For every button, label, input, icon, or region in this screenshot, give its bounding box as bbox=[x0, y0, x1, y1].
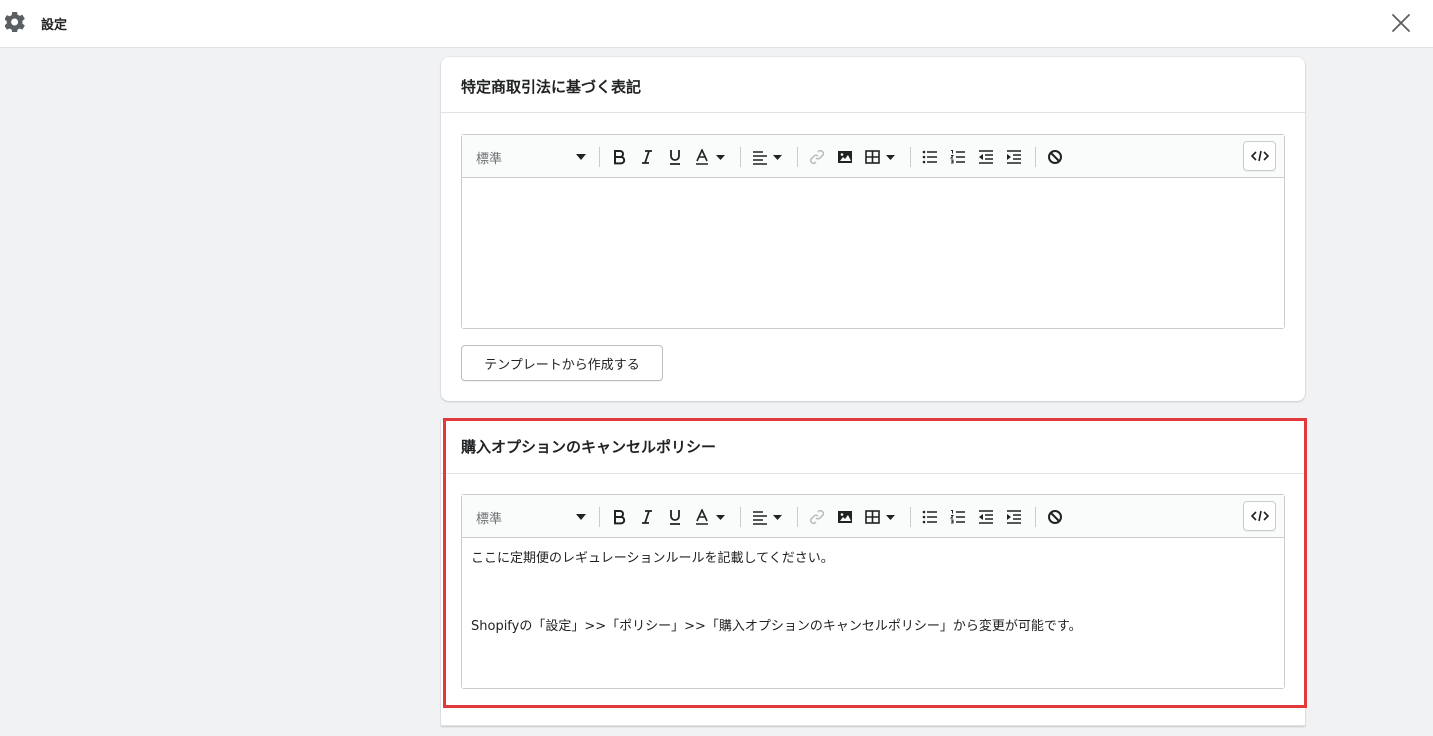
table-icon[interactable] bbox=[864, 147, 898, 167]
toolbar-separator bbox=[599, 507, 600, 527]
editor-toolbar: 標準 bbox=[462, 495, 1284, 538]
bold-icon[interactable] bbox=[610, 147, 628, 167]
toolbar-separator bbox=[797, 507, 798, 527]
bullet-list-icon[interactable] bbox=[921, 507, 939, 527]
indent-icon[interactable] bbox=[1005, 507, 1023, 527]
toolbar-separator bbox=[740, 147, 741, 167]
rich-text-editor: 標準 bbox=[461, 134, 1285, 329]
underline-icon[interactable] bbox=[666, 147, 684, 167]
caret-down-icon bbox=[576, 514, 586, 520]
close-icon[interactable] bbox=[1389, 11, 1413, 35]
numbered-list-icon[interactable] bbox=[949, 147, 967, 167]
text-color-icon[interactable] bbox=[694, 147, 728, 167]
editor-paragraph: Shopifyの「設定」>>「ポリシー」>>「購入オプションのキャンセルポリシー… bbox=[471, 619, 1082, 634]
clear-format-icon[interactable] bbox=[1046, 147, 1064, 167]
text-color-icon[interactable] bbox=[694, 507, 728, 527]
table-icon[interactable] bbox=[864, 507, 898, 527]
toolbar-separator bbox=[797, 147, 798, 167]
html-code-icon[interactable] bbox=[1243, 501, 1276, 531]
outdent-icon[interactable] bbox=[977, 507, 995, 527]
create-from-template-button[interactable]: テンプレートから作成する bbox=[461, 345, 663, 381]
card-title: 特定商取引法に基づく表記 bbox=[461, 78, 642, 96]
italic-icon[interactable] bbox=[638, 147, 656, 167]
toolbar-separator bbox=[910, 507, 911, 527]
toolbar-separator bbox=[740, 507, 741, 527]
text-style-label: 標準 bbox=[476, 151, 503, 167]
divider bbox=[441, 112, 1305, 113]
link-icon[interactable] bbox=[808, 507, 826, 527]
bullet-list-icon[interactable] bbox=[921, 147, 939, 167]
caret-down-icon bbox=[576, 154, 586, 160]
bold-icon[interactable] bbox=[610, 507, 628, 527]
underline-icon[interactable] bbox=[666, 507, 684, 527]
page-title: 設定 bbox=[41, 18, 68, 33]
image-icon[interactable] bbox=[836, 147, 854, 167]
card-title: 購入オプションのキャンセルポリシー bbox=[461, 438, 717, 456]
legal-notice-card: 特定商取引法に基づく表記 標準 テンプレートから作成する bbox=[441, 57, 1305, 401]
outdent-icon[interactable] bbox=[977, 147, 995, 167]
editor-toolbar: 標準 bbox=[462, 135, 1284, 178]
editor-content[interactable]: ここに定期便のレギュレーションルールを記載してください。 Shopifyの「設定… bbox=[462, 538, 1284, 688]
italic-icon[interactable] bbox=[638, 507, 656, 527]
image-icon[interactable] bbox=[836, 507, 854, 527]
editor-content[interactable] bbox=[462, 178, 1284, 328]
editor-paragraph: ここに定期便のレギュレーションルールを記載してください。 bbox=[471, 551, 834, 566]
numbered-list-icon[interactable] bbox=[949, 507, 967, 527]
link-icon[interactable] bbox=[808, 147, 826, 167]
clear-format-icon[interactable] bbox=[1046, 507, 1064, 527]
indent-icon[interactable] bbox=[1005, 147, 1023, 167]
divider bbox=[441, 473, 1305, 474]
text-style-label: 標準 bbox=[476, 511, 503, 527]
toolbar-separator bbox=[1035, 507, 1036, 527]
divider bbox=[441, 725, 1305, 726]
text-style-select[interactable]: 標準 bbox=[476, 147, 586, 167]
align-icon[interactable] bbox=[751, 147, 785, 167]
text-style-select[interactable]: 標準 bbox=[476, 507, 586, 527]
gear-icon bbox=[5, 12, 25, 32]
toolbar-separator bbox=[599, 147, 600, 167]
top-bar: 設定 bbox=[0, 0, 1433, 48]
rich-text-editor: 標準 ここに定期便のレギュレーションルールを記載してください。 Shopifyの… bbox=[461, 494, 1285, 689]
toolbar-separator bbox=[1035, 147, 1036, 167]
toolbar-separator bbox=[910, 147, 911, 167]
align-icon[interactable] bbox=[751, 507, 785, 527]
cancellation-policy-card: 購入オプションのキャンセルポリシー 標準 ここに定期便のレギュレーションルールを… bbox=[441, 420, 1305, 726]
html-code-icon[interactable] bbox=[1243, 141, 1276, 171]
